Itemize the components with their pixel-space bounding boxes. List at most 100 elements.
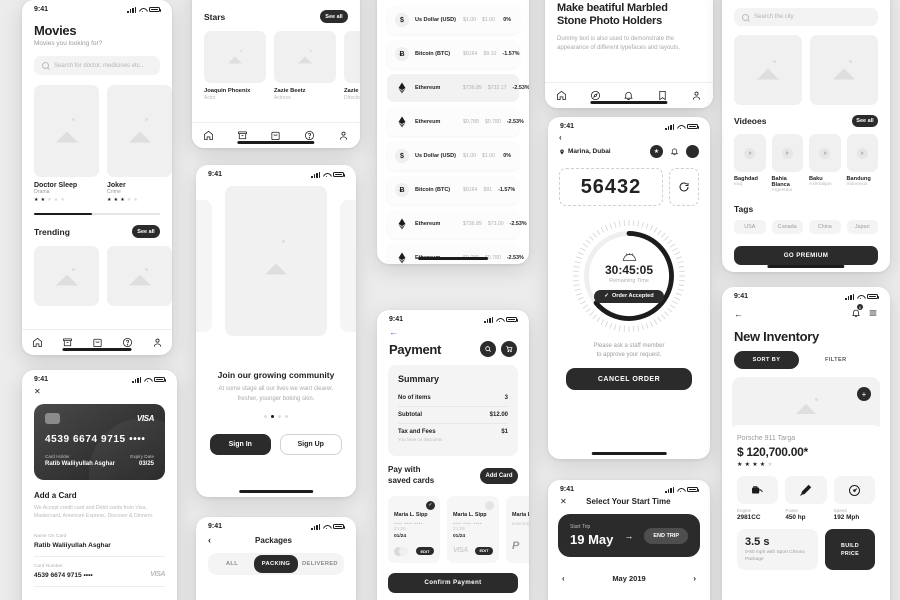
build-price-button[interactable]: BUILD PRICE [825, 529, 875, 571]
list-item[interactable]: Zazie Beetz Director [344, 31, 360, 101]
list-item[interactable]: Baghdad Iraq [734, 134, 766, 193]
search-input[interactable]: Search the city [734, 8, 878, 26]
cart-icon[interactable] [501, 341, 517, 357]
cancel-order-button[interactable]: CANCEL ORDER [566, 368, 692, 390]
video-thumb[interactable] [771, 134, 803, 172]
list-item[interactable] [107, 246, 172, 306]
list-item[interactable]: Doctor Sleep Drama ★ ★ ★ ★ ★ [34, 85, 99, 203]
city-photo[interactable] [810, 35, 878, 105]
table-row[interactable]: Ethereum $736.89 $73.00 -2.53% [387, 210, 527, 238]
saved-card[interactable]: Maria L. Sipp •••• •••• •••• 2135 01/24 … [447, 495, 499, 563]
saved-card[interactable]: Maria L. Sipp maria@mail.com P [506, 495, 529, 563]
tag-chip[interactable]: Japan [846, 220, 878, 234]
bell-icon[interactable]: 0 [851, 304, 863, 323]
profile-icon[interactable] [691, 90, 702, 101]
table-row[interactable]: Ƀ Bitcoin (BTC) $9164 $91 -1.57% [387, 176, 519, 204]
see-all-button[interactable]: See all [320, 10, 348, 23]
bookmark-icon[interactable] [657, 90, 668, 101]
close-icon[interactable]: ✕ [22, 385, 177, 396]
back-icon[interactable]: ‹ [548, 132, 710, 142]
tag-chip[interactable]: Canada [771, 220, 803, 234]
tab-all[interactable]: ALL [210, 555, 254, 573]
carousel-next-card[interactable] [340, 200, 356, 332]
city-photo[interactable] [734, 35, 802, 105]
add-card-button[interactable]: Add Card [480, 467, 518, 484]
bell-icon[interactable] [623, 90, 634, 101]
bag-icon[interactable] [270, 130, 281, 141]
list-item[interactable]: Joker Crime ★ ★ ★ ★ ★ [107, 85, 172, 203]
bag-icon[interactable] [92, 337, 103, 348]
see-all-button[interactable]: See all [852, 115, 878, 127]
tab-delivered[interactable]: DELIVERED [298, 555, 342, 573]
saved-card-list[interactable]: ✓ Maria L. Sipp •••• •••• •••• 2135 01/2… [377, 495, 529, 563]
filter-button[interactable]: FILTER [825, 357, 847, 363]
saved-card[interactable]: ✓ Maria L. Sipp •••• •••• •••• 2135 01/2… [388, 495, 440, 563]
list-item[interactable]: Joaquin Phoenix Actor [204, 31, 266, 101]
list-item[interactable]: Baku Azerbaijan [809, 134, 841, 193]
back-icon[interactable]: ← [377, 325, 529, 337]
scroll-indicator[interactable] [34, 213, 160, 215]
sign-up-button[interactable]: Sign Up [279, 434, 342, 456]
add-icon[interactable]: + [857, 387, 871, 401]
search-icon[interactable] [480, 341, 496, 357]
help-icon[interactable] [304, 130, 315, 141]
sign-in-button[interactable]: Sign In [210, 434, 271, 456]
prev-month-icon[interactable]: ‹ [562, 574, 565, 583]
signal-icon [311, 523, 320, 530]
star-icon[interactable]: ★ [650, 145, 663, 158]
back-icon[interactable]: ← [734, 309, 743, 319]
tab-packing[interactable]: PACKING [254, 555, 298, 573]
tag-chip[interactable]: China [809, 220, 841, 234]
page-title: Payment [389, 341, 442, 357]
table-row[interactable]: $ Us Dollar (USD) $1.00 $1.00 0% [387, 142, 519, 170]
refresh-icon[interactable] [669, 168, 699, 206]
table-row[interactable]: Ethereum $736.89 $732.17 -2.53% [387, 74, 529, 102]
menu-icon[interactable] [868, 305, 878, 323]
list-item[interactable]: Bandung Indonesia [846, 134, 878, 193]
list-item[interactable]: Zazie Beetz Actress [274, 31, 336, 101]
movie-card-list[interactable]: Doctor Sleep Drama ★ ★ ★ ★ ★ Joker Crime ★ ★ ★… [22, 85, 172, 203]
video-thumb[interactable] [809, 134, 841, 172]
confirm-payment-button[interactable]: Confirm Payment [388, 572, 518, 593]
onboarding-carousel[interactable] [196, 186, 356, 354]
stars-list[interactable]: Joaquin Phoenix Actor Zazie Beetz Actres… [192, 31, 360, 101]
tag-chip[interactable]: USA [734, 220, 766, 234]
end-trip-button[interactable]: END TRIP [644, 527, 688, 544]
profile-icon[interactable] [152, 337, 163, 348]
avatar[interactable] [686, 145, 699, 158]
next-month-icon[interactable]: › [693, 574, 696, 583]
search-input[interactable]: Search for doctor, medicines etc... [34, 56, 160, 75]
video-thumb[interactable] [734, 134, 766, 172]
help-icon[interactable] [122, 337, 133, 348]
home-icon[interactable] [203, 130, 214, 141]
home-icon[interactable] [32, 337, 43, 348]
carousel-dots[interactable] [196, 415, 356, 419]
table-row[interactable]: Ethereum$0.789$0.780-2.53% [387, 108, 524, 136]
bell-icon[interactable] [668, 145, 681, 158]
tab-bar[interactable] [545, 82, 713, 108]
tag-list[interactable]: USA Canada China Japan [722, 220, 890, 234]
table-row[interactable]: Ƀ Bitcoin (BTC) $9164 $9.10 -1.57% [387, 40, 520, 68]
profile-icon[interactable] [338, 130, 349, 141]
tab-bar[interactable] [22, 329, 172, 355]
sort-by-button[interactable]: SORT BY [734, 351, 799, 369]
segmented-control[interactable]: ALL PACKING DELIVERED [208, 553, 344, 575]
video-thumb[interactable] [846, 134, 878, 172]
compass-icon[interactable] [590, 90, 601, 101]
city-photo-grid[interactable] [722, 35, 890, 105]
table-row[interactable]: Ethereum$0.789$0.780-2.53% [387, 244, 524, 264]
tab-bar[interactable] [192, 122, 360, 148]
list-item[interactable]: Bahia Blanca Argentina [771, 134, 803, 193]
go-premium-button[interactable]: GO PREMIUM [734, 246, 878, 265]
video-list[interactable]: Baghdad Iraq Bahia Blanca Argentina Baku… [722, 134, 890, 193]
archive-icon[interactable] [237, 130, 248, 141]
crypto-list[interactable]: $ Us Dollar (USD) $1.00 $1.00 0% Ƀ Bitcoin (BT… [377, 0, 529, 264]
archive-icon[interactable] [62, 337, 73, 348]
list-item[interactable] [34, 246, 99, 306]
card-number-field[interactable]: Card Number 4539 6674 9715 •••• VISA [34, 557, 165, 588]
table-row[interactable]: $ Us Dollar (USD) $1.00 $1.00 0% [387, 6, 519, 34]
carousel-prev-card[interactable] [196, 200, 212, 332]
home-icon[interactable] [556, 90, 567, 101]
name-on-card-field[interactable]: Name On Card Ratib Waliiyullah Asghar [34, 527, 165, 558]
see-all-button[interactable]: See all [132, 225, 160, 238]
